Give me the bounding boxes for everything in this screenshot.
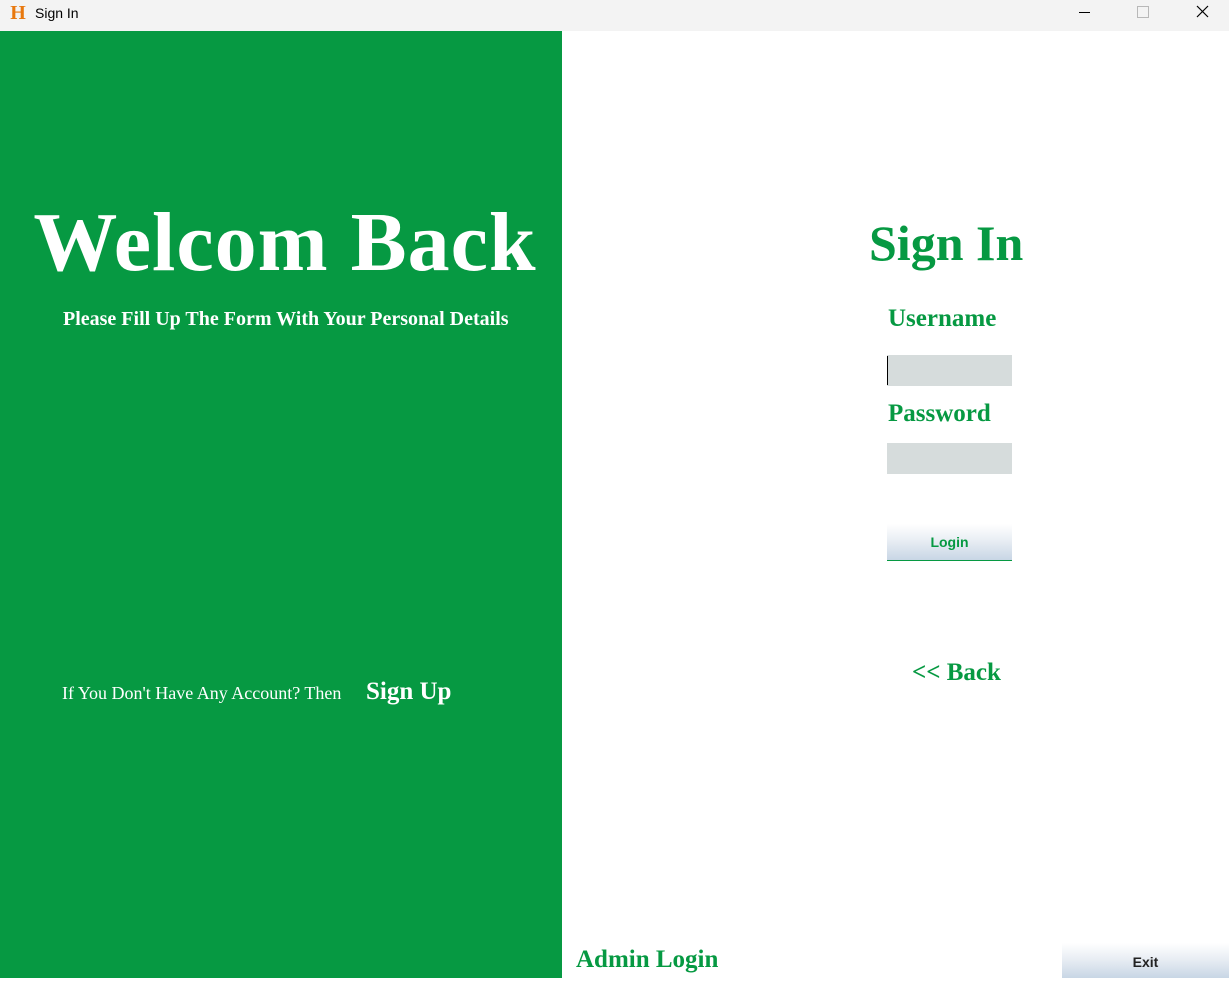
window-title: Sign In [35,5,79,21]
close-icon [1196,5,1209,18]
welcome-heading: Welcom Back [33,196,537,289]
password-label: Password [888,400,991,427]
username-input[interactable] [887,355,1012,386]
exit-button[interactable]: Exit [1062,943,1229,978]
signup-prompt: If You Don't Have Any Account? Then [62,683,342,703]
sign-up-link[interactable]: Sign Up [366,677,451,707]
h-app-icon: H [10,2,26,24]
minimize-icon [1079,12,1090,13]
back-link[interactable]: << Back [912,658,1001,688]
admin-login-link[interactable]: Admin Login [576,945,718,975]
username-label: Username [888,305,997,332]
minimize-button[interactable] [1062,0,1108,26]
maximize-button[interactable] [1120,0,1166,26]
sign-in-heading: Sign In [869,215,1024,271]
maximize-icon [1137,6,1149,18]
welcome-subtitle: Please Fill Up The Form With Your Person… [63,308,509,330]
text-cursor [887,356,888,385]
password-input[interactable] [887,443,1012,474]
login-button[interactable]: Login [887,524,1012,561]
welcome-panel: Welcom Back Please Fill Up The Form With… [0,31,562,978]
close-button[interactable] [1179,0,1225,26]
title-bar: H Sign In [0,0,1229,31]
